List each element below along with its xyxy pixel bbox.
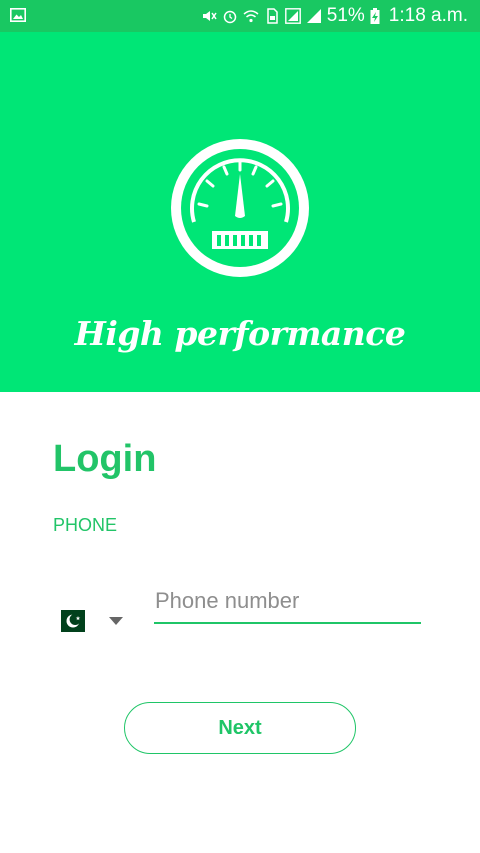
phone-number-input[interactable]	[154, 580, 421, 624]
clock: 1:18 a.m.	[388, 5, 468, 26]
status-bar: 51% 1:18 a.m.	[0, 0, 480, 32]
wifi-icon	[243, 10, 259, 23]
signal-icon	[306, 9, 321, 23]
battery-percent: 51%	[326, 5, 365, 26]
chevron-down-icon	[109, 617, 123, 625]
next-button[interactable]: Next	[124, 702, 356, 754]
login-title: Login	[53, 438, 157, 480]
hero-title: High performance	[74, 314, 406, 353]
phone-label: PHONE	[53, 515, 118, 535]
country-code-picker[interactable]	[53, 604, 133, 638]
mute-icon	[202, 11, 217, 21]
status-icons: 51% 1:18 a.m.	[201, 0, 468, 32]
image-icon	[10, 8, 26, 22]
alarm-icon	[223, 10, 236, 24]
pakistan-flag-icon	[53, 610, 85, 632]
signal-icon	[284, 8, 301, 24]
battery-icon	[370, 8, 380, 24]
hero-banner: High performance	[0, 32, 480, 392]
sim-icon	[267, 8, 278, 24]
speedometer-icon	[171, 139, 309, 277]
